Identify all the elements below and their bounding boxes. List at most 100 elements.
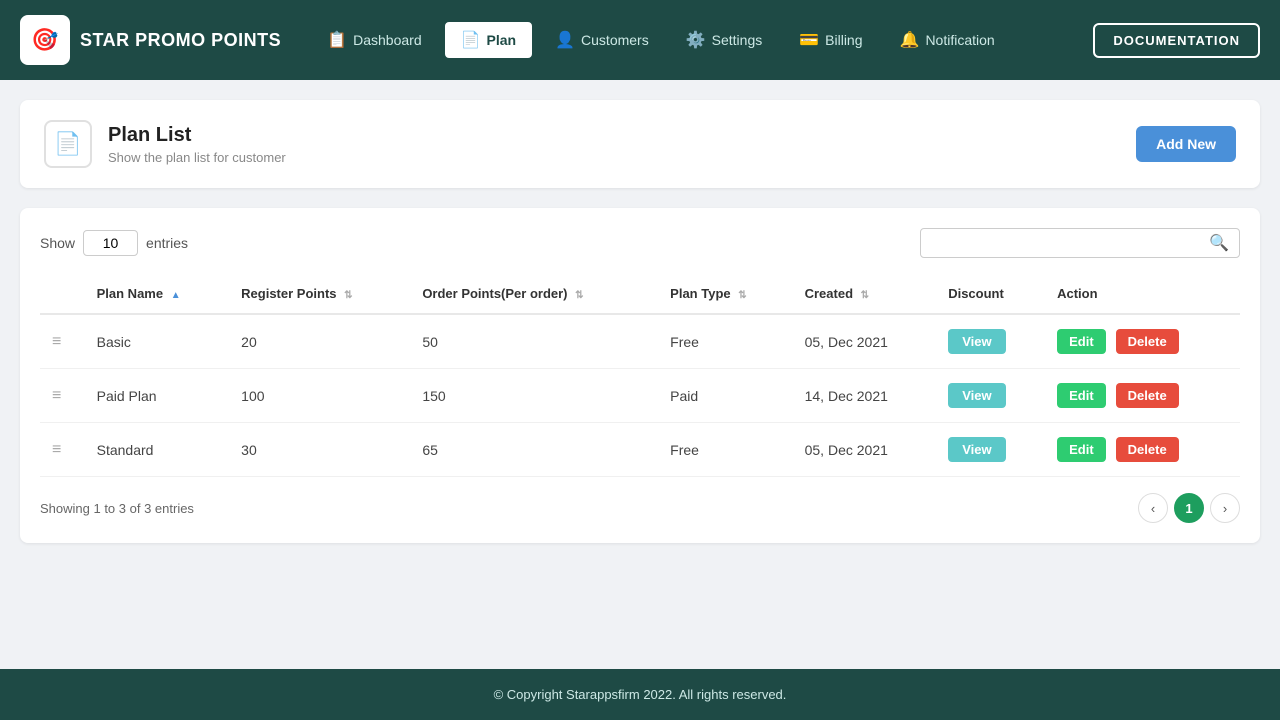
- show-entries: Show entries: [40, 230, 188, 256]
- nav-item-billing[interactable]: 💳 Billing: [783, 22, 878, 58]
- nav-item-settings[interactable]: ⚙️ Settings: [670, 22, 779, 58]
- cell-drag-0: ≡: [40, 314, 85, 369]
- th-register-points-label: Register Points: [241, 286, 336, 301]
- billing-icon: 💳: [799, 30, 819, 50]
- cell-order-points-1: 150: [410, 369, 658, 423]
- notification-icon: 🔔: [900, 30, 920, 50]
- cell-created-2: 05, Dec 2021: [793, 423, 937, 477]
- cell-plan-name-0: Basic: [85, 314, 230, 369]
- navbar: 🎯 STAR PROMO POINTS 📋 Dashboard 📄 Plan 👤…: [0, 0, 1280, 80]
- cell-created-1: 14, Dec 2021: [793, 369, 937, 423]
- edit-button-1[interactable]: Edit: [1057, 383, 1106, 408]
- nav-item-customers[interactable]: 👤 Customers: [539, 22, 665, 58]
- cell-drag-1: ≡: [40, 369, 85, 423]
- table-row: ≡ Standard 30 65 Free 05, Dec 2021 View …: [40, 423, 1240, 477]
- page-icon: 📄: [44, 120, 92, 168]
- entries-label: entries: [146, 235, 188, 251]
- cell-action-2: Edit Delete: [1045, 423, 1240, 477]
- nav-item-plan[interactable]: 📄 Plan: [443, 20, 535, 60]
- th-created[interactable]: Created ⇅: [793, 274, 937, 314]
- table-card: Show entries 🔍 Plan Name ▲ Regis: [20, 208, 1260, 543]
- cell-created-0: 05, Dec 2021: [793, 314, 937, 369]
- pagination-prev[interactable]: ‹: [1138, 493, 1168, 523]
- brand-logo-icon: 🎯: [31, 27, 58, 53]
- cell-register-points-0: 20: [229, 314, 410, 369]
- th-plan-type[interactable]: Plan Type ⇅: [658, 274, 792, 314]
- dashboard-icon: 📋: [327, 30, 347, 50]
- nav-label-notification: Notification: [925, 32, 994, 48]
- pagination-controls: ‹ 1 ›: [1138, 493, 1240, 523]
- delete-button-1[interactable]: Delete: [1116, 383, 1179, 408]
- nav-links: 📋 Dashboard 📄 Plan 👤 Customers ⚙️ Settin…: [311, 20, 1093, 60]
- action-cell-2: Edit Delete: [1057, 437, 1228, 462]
- sort-icon-reg: ⇅: [344, 290, 352, 301]
- table-header-row: Plan Name ▲ Register Points ⇅ Order Poin…: [40, 274, 1240, 314]
- table-controls: Show entries 🔍: [40, 228, 1240, 258]
- th-order-points-label: Order Points(Per order): [422, 286, 567, 301]
- pagination-next[interactable]: ›: [1210, 493, 1240, 523]
- nav-item-dashboard[interactable]: 📋 Dashboard: [311, 22, 437, 58]
- page-header-card: 📄 Plan List Show the plan list for custo…: [20, 100, 1260, 188]
- showing-text: Showing 1 to 3 of 3 entries: [40, 501, 194, 516]
- page-title: Plan List: [108, 124, 286, 147]
- edit-button-2[interactable]: Edit: [1057, 437, 1106, 462]
- cell-drag-2: ≡: [40, 423, 85, 477]
- cell-plan-name-2: Standard: [85, 423, 230, 477]
- nav-label-plan: Plan: [487, 32, 517, 48]
- cell-discount-2: View: [936, 423, 1045, 477]
- table-row: ≡ Basic 20 50 Free 05, Dec 2021 View Edi…: [40, 314, 1240, 369]
- view-button-0[interactable]: View: [948, 329, 1005, 354]
- settings-icon: ⚙️: [686, 30, 706, 50]
- page-header-left: 📄 Plan List Show the plan list for custo…: [44, 120, 286, 168]
- show-label: Show: [40, 235, 75, 251]
- cell-plan-name-1: Paid Plan: [85, 369, 230, 423]
- edit-button-0[interactable]: Edit: [1057, 329, 1106, 354]
- th-created-label: Created: [805, 286, 853, 301]
- sort-icon-order: ⇅: [575, 290, 583, 301]
- view-button-1[interactable]: View: [948, 383, 1005, 408]
- entries-input[interactable]: [83, 230, 138, 256]
- brand-name: STAR PROMO POINTS: [80, 30, 281, 51]
- documentation-button[interactable]: DOCUMENTATION: [1093, 23, 1260, 58]
- drag-icon-2: ≡: [52, 441, 61, 458]
- cell-register-points-2: 30: [229, 423, 410, 477]
- drag-icon-0: ≡: [52, 333, 61, 350]
- th-plan-name[interactable]: Plan Name ▲: [85, 274, 230, 314]
- th-plan-type-label: Plan Type: [670, 286, 730, 301]
- th-discount-label: Discount: [948, 286, 1004, 301]
- nav-label-settings: Settings: [712, 32, 763, 48]
- th-action-label: Action: [1057, 286, 1097, 301]
- sort-icon-type: ⇅: [738, 290, 746, 301]
- cell-discount-1: View: [936, 369, 1045, 423]
- page-icon-symbol: 📄: [54, 131, 81, 157]
- brand-logo: 🎯: [20, 15, 70, 65]
- cell-action-0: Edit Delete: [1045, 314, 1240, 369]
- cell-plan-type-2: Free: [658, 423, 792, 477]
- th-register-points[interactable]: Register Points ⇅: [229, 274, 410, 314]
- delete-button-2[interactable]: Delete: [1116, 437, 1179, 462]
- cell-action-1: Edit Delete: [1045, 369, 1240, 423]
- table-row: ≡ Paid Plan 100 150 Paid 14, Dec 2021 Vi…: [40, 369, 1240, 423]
- nav-item-notification[interactable]: 🔔 Notification: [884, 22, 1011, 58]
- nav-label-customers: Customers: [581, 32, 649, 48]
- delete-button-0[interactable]: Delete: [1116, 329, 1179, 354]
- footer: © Copyright Starappsfirm 2022. All right…: [0, 669, 1280, 720]
- th-order-points[interactable]: Order Points(Per order) ⇅: [410, 274, 658, 314]
- cell-plan-type-0: Free: [658, 314, 792, 369]
- pagination-row: Showing 1 to 3 of 3 entries ‹ 1 ›: [40, 493, 1240, 523]
- search-input[interactable]: [931, 235, 1209, 251]
- cell-plan-type-1: Paid: [658, 369, 792, 423]
- pagination-page-1[interactable]: 1: [1174, 493, 1204, 523]
- add-new-button[interactable]: Add New: [1136, 126, 1236, 162]
- action-cell-1: Edit Delete: [1057, 383, 1228, 408]
- nav-label-billing: Billing: [825, 32, 862, 48]
- view-button-2[interactable]: View: [948, 437, 1005, 462]
- action-cell-0: Edit Delete: [1057, 329, 1228, 354]
- sort-icon-created: ⇅: [861, 290, 869, 301]
- table-head: Plan Name ▲ Register Points ⇅ Order Poin…: [40, 274, 1240, 314]
- plan-table: Plan Name ▲ Register Points ⇅ Order Poin…: [40, 274, 1240, 477]
- plan-icon: 📄: [461, 30, 481, 50]
- cell-discount-0: View: [936, 314, 1045, 369]
- table-body: ≡ Basic 20 50 Free 05, Dec 2021 View Edi…: [40, 314, 1240, 477]
- nav-label-dashboard: Dashboard: [353, 32, 422, 48]
